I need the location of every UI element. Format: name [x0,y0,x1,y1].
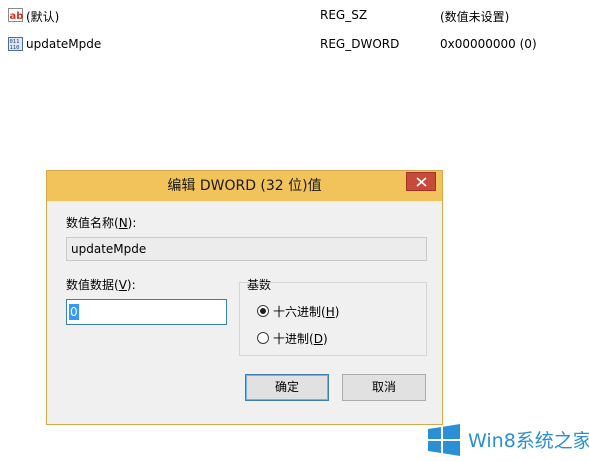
base-groupbox: 十六进制(H) 十进制(D) [239,282,427,356]
svg-text:110: 110 [10,45,20,51]
registry-row-type: REG_DWORD [320,37,400,51]
radio-dec-label[interactable]: 十进制(D) [273,330,328,347]
registry-row-default[interactable]: ab (默认) REG_SZ (数值未设置) [0,5,589,25]
value-name-field: updateMpde [66,237,427,261]
close-button[interactable] [406,172,436,191]
value-data-label: 数值数据(V): [66,278,136,292]
watermark-text: Win8系统之家 [468,430,589,452]
registry-row-data: (数值未设置) [440,10,510,24]
registry-row-name: (默认) [26,10,60,24]
registry-row-name: updateMpde [26,37,102,51]
close-icon [416,177,427,187]
dword-value-icon: 011 110 [8,37,23,51]
radio-selected-dot [260,308,266,314]
registry-row-type: REG_SZ [320,8,368,22]
string-value-icon: ab [8,8,23,22]
ok-button[interactable]: 确定 [245,374,329,401]
registry-row-updatempde[interactable]: 011 110 updateMpde REG_DWORD 0x00000000 … [0,34,589,54]
radio-hex[interactable] [257,305,269,317]
dialog-title: 编辑 DWORD (32 位)值 [167,178,322,194]
dialog-body: 数值名称(N): updateMpde 数值数据(V): 0 基数 十六进制(H… [47,201,442,424]
registry-row-data: 0x00000000 (0) [440,37,537,51]
dialog-titlebar[interactable]: 编辑 DWORD (32 位)值 [47,171,442,201]
radio-dec[interactable] [257,332,269,344]
radio-hex-label[interactable]: 十六进制(H) [273,303,339,320]
watermark: Win8系统之家 [426,420,589,461]
cancel-button[interactable]: 取消 [342,374,426,401]
value-data-input[interactable] [66,299,227,325]
windows-logo-icon [428,424,460,456]
edit-dword-dialog: 编辑 DWORD (32 位)值 数值名称(N): updateMpde 数值数… [46,170,443,425]
value-name-label: 数值名称(N): [66,216,137,230]
value-data-selection: 0 [69,304,79,320]
svg-text:ab: ab [10,11,24,22]
